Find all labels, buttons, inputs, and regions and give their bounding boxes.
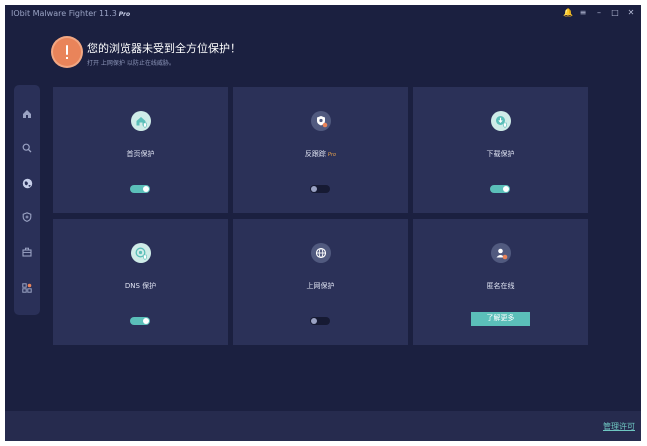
browser-protection-icon <box>22 178 32 188</box>
card-anti-tracking: 反跟踪 Pro <box>233 87 408 213</box>
homepage-protection-icon <box>131 111 151 131</box>
card-anonymous-online: 匿名在线 了解更多 <box>413 219 588 345</box>
learn-more-button[interactable]: 了解更多 <box>471 312 530 326</box>
more-apps-icon <box>22 283 32 293</box>
card-label: 上网保护 <box>306 282 335 290</box>
anti-tracking-toggle[interactable] <box>310 185 330 193</box>
pro-badge: Pro <box>327 152 337 158</box>
app-window: IObit Malware Fighter 11.3 Pro 🔔 ≡ – □ ✕ … <box>5 5 641 441</box>
app-title: IObit Malware Fighter 11.3 Pro <box>11 9 130 18</box>
anti-tracking-icon <box>311 111 331 131</box>
title-bar: IObit Malware Fighter 11.3 Pro 🔔 ≡ – □ ✕ <box>5 5 641 23</box>
close-icon[interactable]: ✕ <box>627 8 635 18</box>
toolbox-icon <box>22 247 32 257</box>
anonymous-online-icon <box>491 243 511 263</box>
card-label: 首页保护 <box>126 150 155 158</box>
card-download-protection: 下载保护 <box>413 87 588 213</box>
card-label: 匿名在线 <box>486 282 515 290</box>
notification-icon[interactable]: 🔔 <box>563 8 573 18</box>
card-label: DNS 保护 <box>124 282 157 290</box>
dns-protection-toggle[interactable] <box>130 317 150 325</box>
minimize-icon[interactable]: – <box>595 8 603 18</box>
download-protection-icon <box>491 111 511 131</box>
download-protection-toggle[interactable] <box>490 185 510 193</box>
menu-icon[interactable]: ≡ <box>579 8 587 18</box>
manage-license-link[interactable]: 管理许可 <box>603 421 635 432</box>
sidebar <box>14 85 40 315</box>
dns-protection-icon <box>131 243 151 263</box>
warning-icon <box>53 38 81 66</box>
maximize-icon[interactable]: □ <box>611 8 619 18</box>
scan-icon <box>22 143 32 153</box>
sidebar-item-more-apps[interactable] <box>14 279 40 297</box>
home-icon <box>23 110 31 118</box>
card-dns-protection: DNS 保护 <box>53 219 228 345</box>
pro-badge: Pro <box>118 11 131 18</box>
card-label: 下载保护 <box>486 150 515 158</box>
app-title-text: IObit Malware Fighter 11.3 <box>11 9 117 18</box>
window-controls: 🔔 ≡ – □ ✕ <box>563 8 635 18</box>
homepage-protection-toggle[interactable] <box>130 185 150 193</box>
shield-icon <box>22 212 32 222</box>
banner-subtitle[interactable]: 打开 上网保护 以防止在线威胁。 <box>87 58 175 67</box>
surfing-protection-toggle[interactable] <box>310 317 330 325</box>
feature-grid: 首页保护 反跟踪 Pro 下载保护 DNS 保护 上网保护 匿名在线 了解更多 <box>53 87 637 345</box>
sidebar-item-browser-protection[interactable] <box>14 174 40 192</box>
card-surfing-protection: 上网保护 <box>233 219 408 345</box>
sidebar-item-home[interactable] <box>14 105 40 123</box>
footer-bar: 管理许可 <box>5 411 641 441</box>
card-homepage-protection: 首页保护 <box>53 87 228 213</box>
card-label: 反跟踪 Pro <box>304 150 337 158</box>
surfing-protection-icon <box>311 243 331 263</box>
sidebar-item-toolbox[interactable] <box>14 243 40 261</box>
sidebar-item-shield[interactable] <box>14 208 40 226</box>
banner-title: 您的浏览器未受到全方位保护！ <box>87 42 241 55</box>
sidebar-item-scan[interactable] <box>14 139 40 157</box>
